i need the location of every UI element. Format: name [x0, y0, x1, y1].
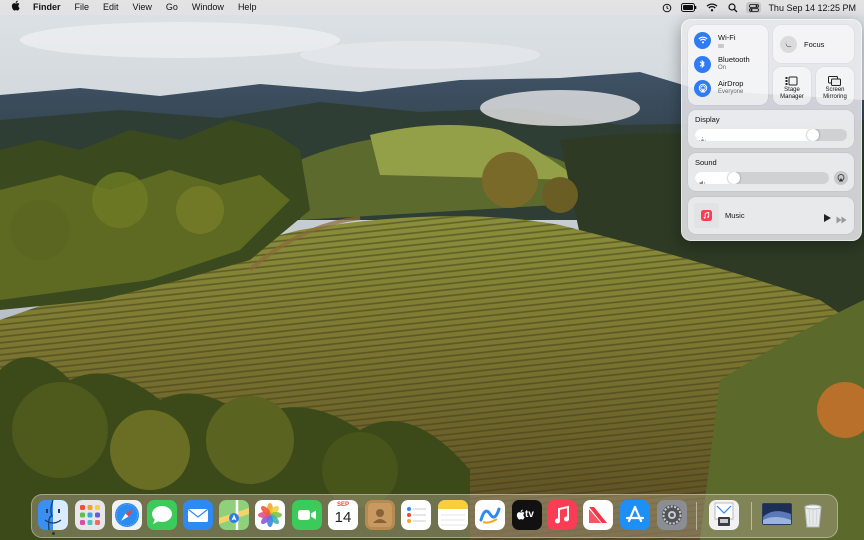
dock-mail-icon[interactable]: [183, 500, 213, 530]
calendar-month: SEP: [336, 502, 349, 508]
menu-go[interactable]: Go: [159, 0, 185, 15]
menu-window[interactable]: Window: [185, 0, 231, 15]
menu-view[interactable]: View: [126, 0, 159, 15]
dock-system-settings-icon[interactable]: [657, 500, 687, 530]
dock-contacts-icon[interactable]: [365, 500, 395, 530]
stage-manager-button[interactable]: Stage Manager: [773, 67, 811, 105]
wifi-status: [718, 43, 724, 48]
music-label: Music: [725, 211, 745, 220]
stage-manager-label-2: Manager: [780, 93, 804, 100]
dock-separator-2: [751, 502, 752, 530]
dock-tv-icon[interactable]: tv: [512, 500, 542, 530]
dock-preview-icon[interactable]: [709, 500, 739, 530]
airdrop-label: AirDrop: [718, 79, 744, 88]
dock-notes-icon[interactable]: [438, 500, 468, 530]
dock-news-icon[interactable]: [583, 500, 613, 530]
finder-running-indicator: [52, 532, 55, 535]
bluetooth-toggle[interactable]: Bluetooth On: [694, 54, 750, 74]
menu-app-finder[interactable]: Finder: [26, 0, 68, 15]
tv-label: tv: [525, 509, 534, 520]
dock-finder-icon[interactable]: [38, 500, 68, 530]
dock: SEP 14 tv: [31, 494, 838, 538]
display-label: Display: [695, 115, 720, 124]
bluetooth-icon: [694, 55, 711, 73]
sun-icon: [699, 131, 706, 141]
screen-mirroring-label-2: Mirroring: [823, 93, 847, 100]
connectivity-tile: Wi-Fi Bluetooth On AirDrop Everyone: [688, 25, 768, 105]
menu-edit[interactable]: Edit: [96, 0, 126, 15]
screen-mirroring-button[interactable]: Screen Mirroring: [816, 67, 854, 105]
wifi-label: Wi-Fi: [718, 32, 736, 42]
dock-launchpad-icon[interactable]: [75, 500, 105, 530]
airdrop-icon: [694, 79, 711, 97]
search-icon[interactable]: [725, 2, 740, 13]
wifi-toggle-icon: [694, 31, 711, 49]
dock-freeform-icon[interactable]: [475, 500, 505, 530]
dock-app-store-icon[interactable]: [620, 500, 650, 530]
sound-tile: Sound: [688, 153, 854, 191]
display-slider-knob[interactable]: [807, 129, 819, 141]
dock-downloads-stack-icon[interactable]: [762, 503, 792, 525]
speaker-icon: [699, 174, 707, 184]
volume-slider[interactable]: [695, 172, 829, 184]
play-button[interactable]: [823, 210, 832, 228]
dock-messages-icon[interactable]: [147, 500, 177, 530]
dock-facetime-icon[interactable]: [292, 500, 322, 530]
next-track-button[interactable]: [836, 211, 847, 229]
play-icon: [824, 214, 831, 222]
time-machine-icon[interactable]: [659, 2, 674, 13]
airdrop-status: Everyone: [718, 89, 744, 95]
dock-separator: [696, 502, 697, 530]
menu-file[interactable]: File: [68, 0, 97, 15]
focus-button[interactable]: Focus: [773, 25, 854, 63]
bluetooth-label: Bluetooth: [718, 55, 750, 64]
sound-label: Sound: [695, 158, 717, 167]
focus-label: Focus: [804, 39, 825, 49]
display-slider-fill: [695, 129, 819, 141]
control-center-panel: Wi-Fi Bluetooth On AirDrop Everyone Focu…: [681, 19, 862, 241]
menu-help[interactable]: Help: [231, 0, 264, 15]
now-playing-tile: Music: [688, 197, 854, 234]
apple-logo-icon: [516, 509, 525, 520]
menu-bar: Finder File Edit View Go Window Help Thu…: [0, 0, 864, 15]
dock-trash-icon[interactable]: [798, 500, 828, 530]
bluetooth-status: On: [718, 65, 727, 71]
dock-reminders-icon[interactable]: [401, 500, 431, 530]
dock-photos-icon[interactable]: [255, 500, 285, 530]
display-tile: Display: [688, 110, 854, 148]
dock-maps-icon[interactable]: [219, 500, 249, 530]
menubar-clock[interactable]: Thu Sep 14 12:25 PM: [764, 3, 856, 13]
moon-icon: [780, 35, 797, 53]
display-brightness-slider[interactable]: [695, 129, 847, 141]
wifi-toggle[interactable]: Wi-Fi: [694, 30, 736, 50]
dock-safari-icon[interactable]: [112, 500, 142, 530]
airdrop-toggle[interactable]: AirDrop Everyone: [694, 78, 743, 98]
battery-icon[interactable]: [680, 2, 698, 13]
dock-music-icon[interactable]: [547, 500, 577, 530]
volume-slider-knob[interactable]: [728, 172, 740, 184]
control-center-icon[interactable]: [746, 2, 762, 13]
dock-calendar-icon[interactable]: SEP 14: [328, 500, 358, 530]
wifi-icon[interactable]: [704, 2, 719, 13]
airplay-audio-icon: [837, 174, 845, 182]
airplay-audio-button[interactable]: [834, 171, 848, 185]
music-artwork-icon: [694, 203, 719, 228]
calendar-day: 14: [334, 509, 352, 526]
apple-menu-icon[interactable]: [0, 0, 26, 16]
fast-forward-icon: [836, 216, 847, 224]
